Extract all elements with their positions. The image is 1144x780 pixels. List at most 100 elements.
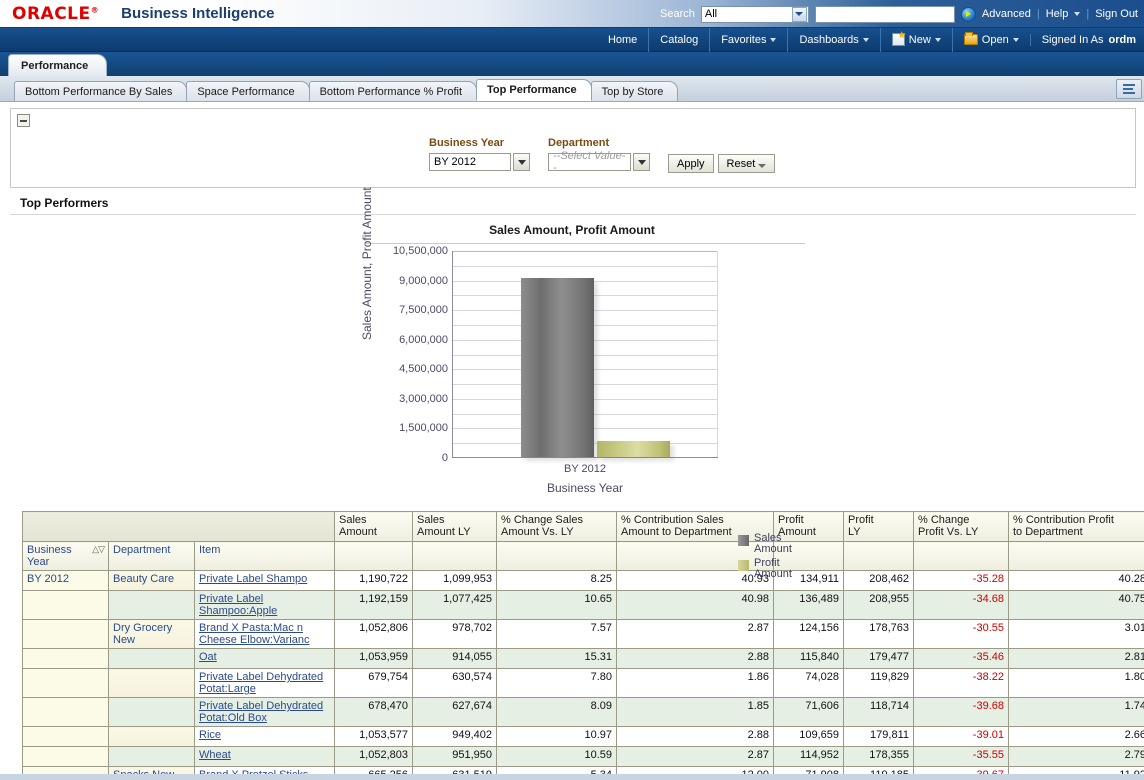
- header-item[interactable]: Item: [195, 542, 335, 571]
- tab-top-performance[interactable]: Top Performance: [476, 79, 592, 101]
- nav-item-catalog[interactable]: Catalog: [648, 28, 709, 52]
- chevron-down-icon[interactable]: [633, 153, 650, 171]
- cell-item[interactable]: Private Label Dehydrated Potat:Large: [195, 669, 335, 698]
- item-link[interactable]: Private Label Shampo: [199, 573, 307, 585]
- header-sales-amount[interactable]: Sales Amount: [335, 512, 413, 542]
- header-business-year[interactable]: △▽ Business Year: [23, 542, 109, 571]
- tab-bottom-performance-pct-profit[interactable]: Bottom Performance % Profit: [309, 81, 477, 101]
- search-input[interactable]: [815, 6, 955, 23]
- nav-item-home[interactable]: Home: [597, 28, 648, 52]
- table-row[interactable]: BY 2012Beauty Care Private Label Shampo 1,…: [23, 571, 1144, 591]
- page-options-icon[interactable]: [1116, 79, 1142, 99]
- cell-pct-contrib-sales: 2.88: [617, 727, 774, 747]
- cell-item[interactable]: Private Label Shampoo:Apple: [195, 591, 335, 620]
- table-row[interactable]: Private Label Dehydrated Potat:Old Box67…: [23, 698, 1144, 727]
- item-link[interactable]: Private Label Shampoo:Apple: [199, 593, 277, 617]
- header-sales-amount-ly[interactable]: Sales Amount LY: [413, 512, 497, 542]
- search-go-icon[interactable]: [961, 7, 976, 22]
- cell-item[interactable]: Rice: [195, 727, 335, 747]
- item-link[interactable]: Rice: [199, 729, 221, 741]
- nav-item-dashboards[interactable]: Dashboards: [787, 28, 879, 52]
- cell-department[interactable]: [109, 669, 195, 698]
- cell-business-year: [23, 727, 109, 747]
- header-profit-ly[interactable]: Profit LY: [844, 512, 914, 542]
- cell-department[interactable]: Dry Grocery New: [109, 620, 195, 649]
- cell-profit-ly: 118,714: [844, 698, 914, 727]
- table-row[interactable]: Dry Grocery NewBrand X Pasta:Mac n Chees…: [23, 620, 1144, 649]
- help-menu[interactable]: Help: [1046, 8, 1069, 20]
- sales-profit-bar-chart[interactable]: Sales Amount, Profit Amount Sales Amount…: [0, 215, 1144, 505]
- tab-space-performance[interactable]: Space Performance: [186, 81, 309, 101]
- header-pct-contrib-profit[interactable]: % Contribution Profit to Department: [1009, 512, 1144, 542]
- reset-button[interactable]: Reset: [718, 154, 776, 173]
- table-row[interactable]: Wheat1,052,803951,95010.592.87114,952178…: [23, 747, 1144, 767]
- sort-asc-desc-icon[interactable]: △▽: [92, 544, 104, 555]
- item-link[interactable]: Wheat: [199, 749, 231, 761]
- legend-item-profit-amount[interactable]: Profit Amount: [738, 558, 802, 580]
- cell-pct-contrib-profit: 2.81: [1009, 649, 1144, 669]
- apply-button[interactable]: Apply: [668, 154, 714, 173]
- signed-in-as[interactable]: Signed In As ordm: [1030, 34, 1142, 46]
- table-row[interactable]: Private Label Shampoo:Apple1,192,1591,07…: [23, 591, 1144, 620]
- search-scope-select[interactable]: All: [701, 6, 809, 23]
- cell-department[interactable]: [109, 698, 195, 727]
- table-row[interactable]: Rice1,053,577949,40210.972.88109,659179,…: [23, 727, 1144, 747]
- bar-sales-amount[interactable]: [521, 278, 594, 457]
- cell-pct-contrib-profit: 40.75: [1009, 591, 1144, 620]
- cell-department[interactable]: [109, 649, 195, 669]
- cell-item[interactable]: Private Label Dehydrated Potat:Old Box: [195, 698, 335, 727]
- cell-department[interactable]: [109, 747, 195, 767]
- cell-department[interactable]: Beauty Care: [109, 571, 195, 591]
- item-link[interactable]: Private Label Dehydrated Potat:Large: [199, 671, 323, 695]
- tab-top-by-store[interactable]: Top by Store: [591, 81, 679, 101]
- cell-profit-amount: 124,156: [774, 620, 844, 649]
- chevron-down-icon: [935, 38, 941, 42]
- cell-department[interactable]: [109, 591, 195, 620]
- bar-profit-amount[interactable]: [597, 441, 670, 457]
- cell-pct-contrib-sales: 1.85: [617, 698, 774, 727]
- nav-item-new[interactable]: New: [880, 28, 952, 52]
- department-select[interactable]: --Select Value--: [548, 153, 650, 171]
- cell-item[interactable]: Private Label Shampo: [195, 571, 335, 591]
- header-spacer-6: [844, 542, 914, 571]
- cell-business-year: [23, 649, 109, 669]
- cell-item[interactable]: Wheat: [195, 747, 335, 767]
- cell-profit-ly: 208,955: [844, 591, 914, 620]
- table-row[interactable]: Private Label Dehydrated Potat:Large679,…: [23, 669, 1144, 698]
- chevron-down-icon[interactable]: [513, 153, 530, 171]
- cell-profit-amount: 74,028: [774, 669, 844, 698]
- cell-item[interactable]: Brand X Pasta:Mac n Cheese Elbow:Varianc: [195, 620, 335, 649]
- chart-title-rule: [365, 243, 805, 244]
- dashboard-tab-performance[interactable]: Performance: [8, 54, 107, 76]
- cell-department[interactable]: [109, 727, 195, 747]
- table-row[interactable]: Oat1,053,959914,05515.312.88115,840179,4…: [23, 649, 1144, 669]
- header-pct-change-profit[interactable]: % Change Profit Vs. LY: [914, 512, 1009, 542]
- chevron-down-icon: [863, 38, 869, 42]
- nav-item-favorites[interactable]: Favorites: [709, 28, 787, 52]
- cell-business-year: BY 2012: [23, 571, 109, 591]
- cell-sales-amount-ly: 1,099,953: [413, 571, 497, 591]
- header-line-1: % Contribution Sales: [621, 514, 769, 526]
- advanced-link[interactable]: Advanced: [982, 8, 1031, 20]
- header-line-1: Sales: [417, 514, 492, 526]
- item-link[interactable]: Oat: [199, 651, 217, 663]
- header-line-2: Profit Vs. LY: [918, 526, 1004, 538]
- chart-legend: Sales Amount Profit Amount: [738, 533, 802, 580]
- item-link[interactable]: Brand X Pasta:Mac n Cheese Elbow:Varianc: [199, 622, 309, 646]
- cell-pct-change-profit: -34.68: [914, 591, 1009, 620]
- item-link[interactable]: Private Label Dehydrated Potat:Old Box: [199, 700, 323, 724]
- business-year-select[interactable]: BY 2012: [429, 153, 530, 171]
- sign-out-link[interactable]: Sign Out: [1095, 8, 1138, 20]
- nav-item-open[interactable]: Open: [952, 28, 1030, 52]
- collapse-minus-icon[interactable]: [17, 114, 30, 127]
- nav-item-label: Dashboards: [799, 34, 858, 46]
- y-tick-label: 0: [442, 452, 448, 464]
- tab-bottom-performance-by-sales[interactable]: Bottom Performance By Sales: [14, 81, 187, 101]
- legend-swatch-icon: [738, 560, 749, 571]
- cell-pct-change-profit: -38.22: [914, 669, 1009, 698]
- cell-item[interactable]: Oat: [195, 649, 335, 669]
- cell-pct-contrib-profit: 2.66: [1009, 727, 1144, 747]
- header-department[interactable]: Department: [109, 542, 195, 571]
- legend-item-sales-amount[interactable]: Sales Amount: [738, 533, 802, 555]
- header-pct-change-sales[interactable]: % Change Sales Amount Vs. LY: [497, 512, 617, 542]
